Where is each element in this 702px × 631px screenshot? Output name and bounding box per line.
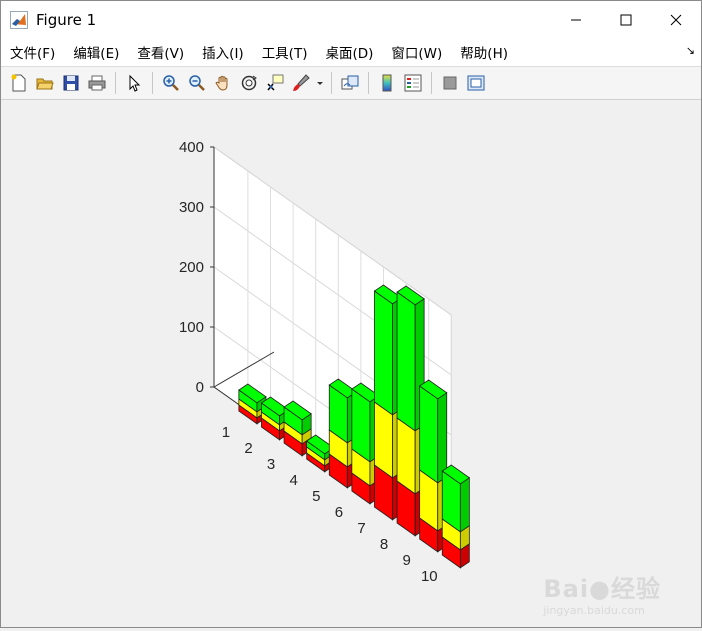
bar-side-10-2 <box>459 477 470 533</box>
toolbar-separator <box>331 72 332 94</box>
toolbar-separator <box>115 72 116 94</box>
rotate-3d-button[interactable] <box>238 72 260 94</box>
menu-help[interactable]: 帮助(H) <box>460 42 508 62</box>
category-label-1: 1 <box>222 424 230 441</box>
baidu-watermark: Bai●经验 jingyan.baidu.com <box>543 569 661 617</box>
figure-toolbar <box>1 66 701 100</box>
menu-bar: 文件(F) 编辑(E) 查看(V) 插入(I) 工具(T) 桌面(D) 窗口(W… <box>1 38 701 66</box>
window-title: Figure 1 <box>36 10 97 29</box>
window-controls <box>551 1 701 38</box>
pointer-icon <box>129 74 141 92</box>
minimize-icon <box>571 19 581 20</box>
colorbar-icon <box>382 74 392 92</box>
toolbar-separator <box>152 72 153 94</box>
legend-icon <box>404 74 422 92</box>
category-label-10: 10 <box>421 568 438 585</box>
bar-stack-10 <box>441 464 471 569</box>
bar-seg-9-2 <box>419 385 439 484</box>
data-cursor-button[interactable] <box>264 72 286 94</box>
category-label-6: 6 <box>335 504 343 521</box>
save-button[interactable] <box>60 72 82 94</box>
print-icon <box>88 75 106 91</box>
matlab-logo-icon <box>10 10 28 29</box>
show-plot-tools-icon <box>467 75 485 91</box>
menu-file[interactable]: 文件(F) <box>10 42 55 62</box>
save-icon <box>63 75 79 91</box>
open-folder-icon <box>36 78 54 90</box>
menu-insert[interactable]: 插入(I) <box>202 42 244 62</box>
legend-button[interactable] <box>402 72 424 94</box>
link-plot-button[interactable] <box>339 72 361 94</box>
new-figure-icon <box>11 74 26 92</box>
close-button[interactable] <box>651 1 701 38</box>
menu-window[interactable]: 窗口(W) <box>391 42 442 62</box>
category-label-5: 5 <box>312 488 320 505</box>
pan-hand-icon <box>215 75 228 91</box>
brush-dropdown-button[interactable] <box>316 72 324 94</box>
z-tick-label-0: 0 <box>196 379 204 396</box>
menu-tools[interactable]: 工具(T) <box>262 42 308 62</box>
category-label-9: 9 <box>403 552 411 569</box>
bar3-stacked-chart[interactable]: 0 100 200 300 400 123456789 10 <box>1 101 701 627</box>
toolbar-separator <box>368 72 369 94</box>
brush-button[interactable] <box>290 72 312 94</box>
zoom-in-icon <box>163 75 179 91</box>
zoom-out-button[interactable] <box>186 72 208 94</box>
maximize-button[interactable] <box>601 1 651 38</box>
new-figure-button[interactable] <box>8 72 30 94</box>
z-tick-label-4: 400 <box>179 139 204 156</box>
pointer-button[interactable] <box>123 72 145 94</box>
bar-seg-7-2 <box>374 290 393 416</box>
title-bar: Figure 1 <box>1 1 701 38</box>
bar-seg-8-2 <box>396 291 416 432</box>
category-label-2: 2 <box>244 440 252 457</box>
category-label-7: 7 <box>357 520 365 537</box>
toolbar-separator <box>431 72 432 94</box>
figure-window: Figure 1 文件(F) 编辑(E) 查看(V) 插入(I) 工具(T) 桌… <box>0 0 702 628</box>
pan-button[interactable] <box>212 72 234 94</box>
z-tick-label-3: 300 <box>179 199 204 216</box>
data-cursor-icon <box>267 74 284 91</box>
category-label-4: 4 <box>290 472 298 489</box>
zoom-in-button[interactable] <box>160 72 182 94</box>
menu-view[interactable]: 查看(V) <box>137 42 184 62</box>
watermark-url: jingyan.baidu.com <box>543 604 645 617</box>
zoom-out-icon <box>189 75 205 91</box>
dropdown-arrow-icon <box>317 82 323 85</box>
minimize-button[interactable] <box>551 1 601 38</box>
colorbar-button[interactable] <box>376 72 398 94</box>
menu-desktop[interactable]: 桌面(D) <box>325 42 373 62</box>
hide-plot-tools-button[interactable] <box>439 72 461 94</box>
z-tick-label-1: 100 <box>179 319 204 336</box>
figure-canvas: 0 100 200 300 400 1 2 3 4 5 6 7 8 9 10 Bai●经验 jingyan.… <box>1 101 701 627</box>
print-button[interactable] <box>86 72 108 94</box>
dock-arrow-icon[interactable]: ↘ <box>686 44 695 57</box>
brush-icon <box>293 74 310 91</box>
category-label-8: 8 <box>380 536 388 553</box>
watermark-brand: Bai●经验 <box>543 575 661 603</box>
show-plot-tools-button[interactable] <box>465 72 487 94</box>
z-tick-label-2: 200 <box>179 259 204 276</box>
close-icon <box>670 14 682 25</box>
open-button[interactable] <box>34 72 56 94</box>
category-label-3: 3 <box>267 456 275 473</box>
rotate-3d-icon <box>241 75 257 91</box>
hide-plot-tools-icon <box>443 76 457 90</box>
menu-edit[interactable]: 编辑(E) <box>73 42 119 62</box>
maximize-icon <box>620 14 632 25</box>
link-plot-icon <box>341 75 359 90</box>
